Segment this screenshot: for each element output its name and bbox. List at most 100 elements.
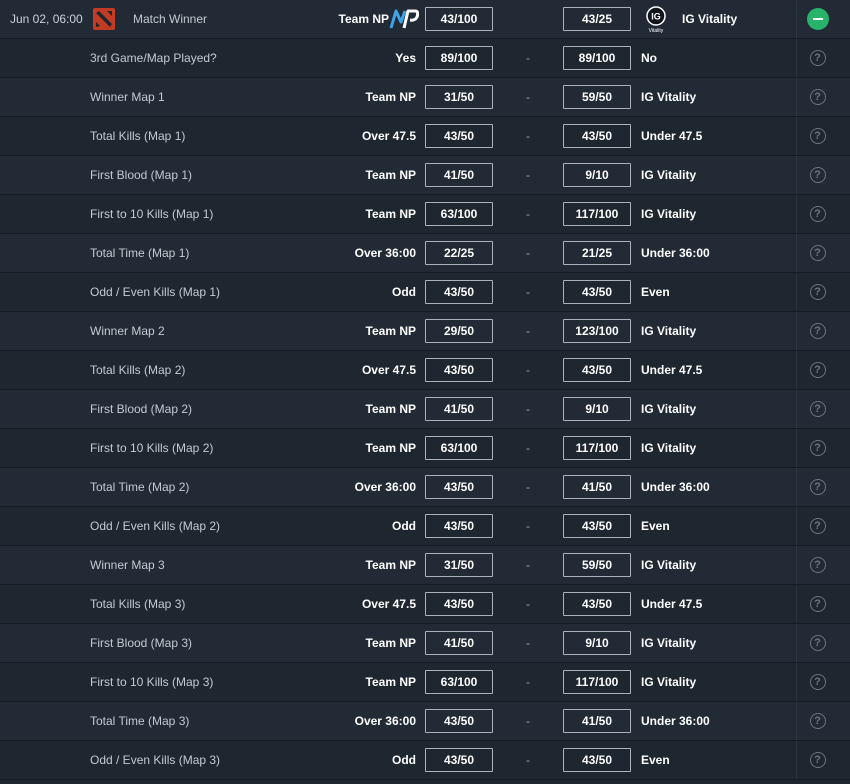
home-odds-button[interactable]: 41/50 (425, 163, 493, 187)
help-button[interactable]: ? (796, 585, 838, 623)
odds-separator: - (526, 597, 530, 611)
home-selection-label: Team NP (365, 90, 416, 104)
away-selection-label: Under 47.5 (641, 363, 703, 377)
home-odds-button[interactable]: 43/50 (425, 592, 493, 616)
help-icon: ? (809, 167, 826, 183)
away-odds-button[interactable]: 43/50 (563, 514, 631, 538)
home-selection-label: Over 36:00 (354, 246, 416, 260)
home-odds-button[interactable]: 31/50 (425, 85, 493, 109)
away-selection-label: Under 36:00 (641, 480, 710, 494)
away-odds-button[interactable]: 117/100 (563, 436, 631, 460)
help-button[interactable]: ? (796, 117, 838, 155)
home-team-name: Team NP (338, 12, 389, 26)
help-icon: ? (809, 674, 826, 690)
home-odds-button[interactable]: 43/50 (425, 514, 493, 538)
away-odds-button[interactable]: 59/50 (563, 553, 631, 577)
odds-separator: - (526, 90, 530, 104)
home-selection-label: Team NP (365, 558, 416, 572)
help-button[interactable]: ? (796, 546, 838, 584)
away-odds-button[interactable]: 117/100 (563, 202, 631, 226)
odds-separator: - (526, 363, 530, 377)
minus-icon (806, 8, 829, 30)
away-odds-button[interactable]: 43/50 (563, 280, 631, 304)
odds-separator: - (526, 675, 530, 689)
home-odds-button[interactable]: 22/25 (425, 241, 493, 265)
home-odds-button[interactable]: 43/100 (425, 7, 493, 31)
help-button[interactable]: ? (796, 39, 838, 77)
home-selection-label: Odd (392, 753, 416, 767)
home-odds-button[interactable]: 43/50 (425, 748, 493, 772)
svg-text:IG: IG (651, 12, 661, 22)
away-odds-button[interactable]: 43/50 (563, 124, 631, 148)
home-odds-button[interactable]: 43/50 (425, 124, 493, 148)
away-selection-label: IG Vitality (641, 636, 697, 650)
away-odds-button[interactable]: 43/25 (563, 7, 631, 31)
home-odds-button[interactable]: 29/50 (425, 319, 493, 343)
help-button[interactable]: ? (796, 624, 838, 662)
away-selection-label: Under 47.5 (641, 597, 703, 611)
away-odds-button[interactable]: 9/10 (563, 631, 631, 655)
away-odds-button[interactable]: 41/50 (563, 709, 631, 733)
help-button[interactable]: ? (796, 390, 838, 428)
home-odds-button[interactable]: 89/100 (425, 46, 493, 70)
away-odds-button[interactable]: 41/50 (563, 475, 631, 499)
home-odds-button[interactable]: 63/100 (425, 670, 493, 694)
home-odds-button[interactable]: 63/100 (425, 202, 493, 226)
home-selection-label: Team NP (365, 402, 416, 416)
away-odds-button[interactable]: 43/50 (563, 748, 631, 772)
away-odds-button[interactable]: 21/25 (563, 241, 631, 265)
table-row: First Blood (Map 3) Team NP 41/50-9/10 IG V… (0, 624, 850, 663)
home-odds-button[interactable]: 43/50 (425, 475, 493, 499)
table-row: First to 10 Kills (Map 2) Team NP 63/100-1… (0, 429, 850, 468)
home-selection-label: Team NP (365, 207, 416, 221)
away-odds-button[interactable]: 9/10 (563, 163, 631, 187)
help-button[interactable]: ? (796, 468, 838, 506)
odds-separator: - (526, 324, 530, 338)
home-odds-button[interactable]: 63/100 (425, 436, 493, 460)
away-selection-label: IG Vitality (641, 558, 697, 572)
home-odds-button[interactable]: 41/50 (425, 631, 493, 655)
away-odds-button[interactable]: 9/10 (563, 397, 631, 421)
away-selection-label: IG Vitality (641, 168, 697, 182)
help-button[interactable]: ? (796, 78, 838, 116)
match-header-row: Jun 02, 06:00 Match Winner Team NP 43/10… (0, 0, 850, 39)
odds-separator: - (526, 402, 530, 416)
away-odds-button[interactable]: 123/100 (563, 319, 631, 343)
home-selection-label: Odd (392, 519, 416, 533)
away-selection-label: IG Vitality (641, 441, 697, 455)
home-odds-button[interactable]: 43/50 (425, 358, 493, 382)
away-odds-button[interactable]: 117/100 (563, 670, 631, 694)
help-button[interactable]: ? (796, 273, 838, 311)
table-row: Total Kills (Map 3) Over 47.5 43/50-43/50 U… (0, 585, 850, 624)
away-odds-button[interactable]: 89/100 (563, 46, 631, 70)
help-button[interactable]: ? (796, 156, 838, 194)
home-selection-label: Team NP (365, 324, 416, 338)
help-button[interactable]: ? (796, 507, 838, 545)
away-odds-button[interactable]: 43/50 (563, 358, 631, 382)
home-odds-button[interactable]: 41/50 (425, 397, 493, 421)
away-odds-button[interactable]: 59/50 (563, 85, 631, 109)
help-button[interactable]: ? (796, 234, 838, 272)
away-odds-button[interactable]: 43/50 (563, 592, 631, 616)
home-odds-button[interactable]: 43/50 (425, 280, 493, 304)
home-selection-label: Over 47.5 (361, 597, 416, 611)
help-button[interactable]: ? (796, 663, 838, 701)
away-selection-label: Even (641, 753, 670, 767)
home-odds-button[interactable]: 43/50 (425, 709, 493, 733)
home-selection-label: Team NP (365, 168, 416, 182)
help-icon: ? (809, 635, 826, 651)
help-button[interactable]: ? (796, 312, 838, 350)
away-selection-label: IG Vitality (641, 324, 697, 338)
help-button[interactable]: ? (796, 702, 838, 740)
table-row: Odd / Even Kills (Map 2) Odd 43/50-43/50 Ev… (0, 507, 850, 546)
help-button[interactable]: ? (796, 195, 838, 233)
odds-separator: - (526, 714, 530, 728)
help-button[interactable]: ? (796, 351, 838, 389)
collapse-markets-button[interactable] (796, 0, 838, 38)
help-button[interactable]: ? (796, 429, 838, 467)
help-icon: ? (809, 479, 826, 495)
table-row: First to 10 Kills (Map 1) Team NP 63/100-1… (0, 195, 850, 234)
help-button[interactable]: ? (796, 741, 838, 779)
home-odds-button[interactable]: 31/50 (425, 553, 493, 577)
odds-separator: - (526, 207, 530, 221)
